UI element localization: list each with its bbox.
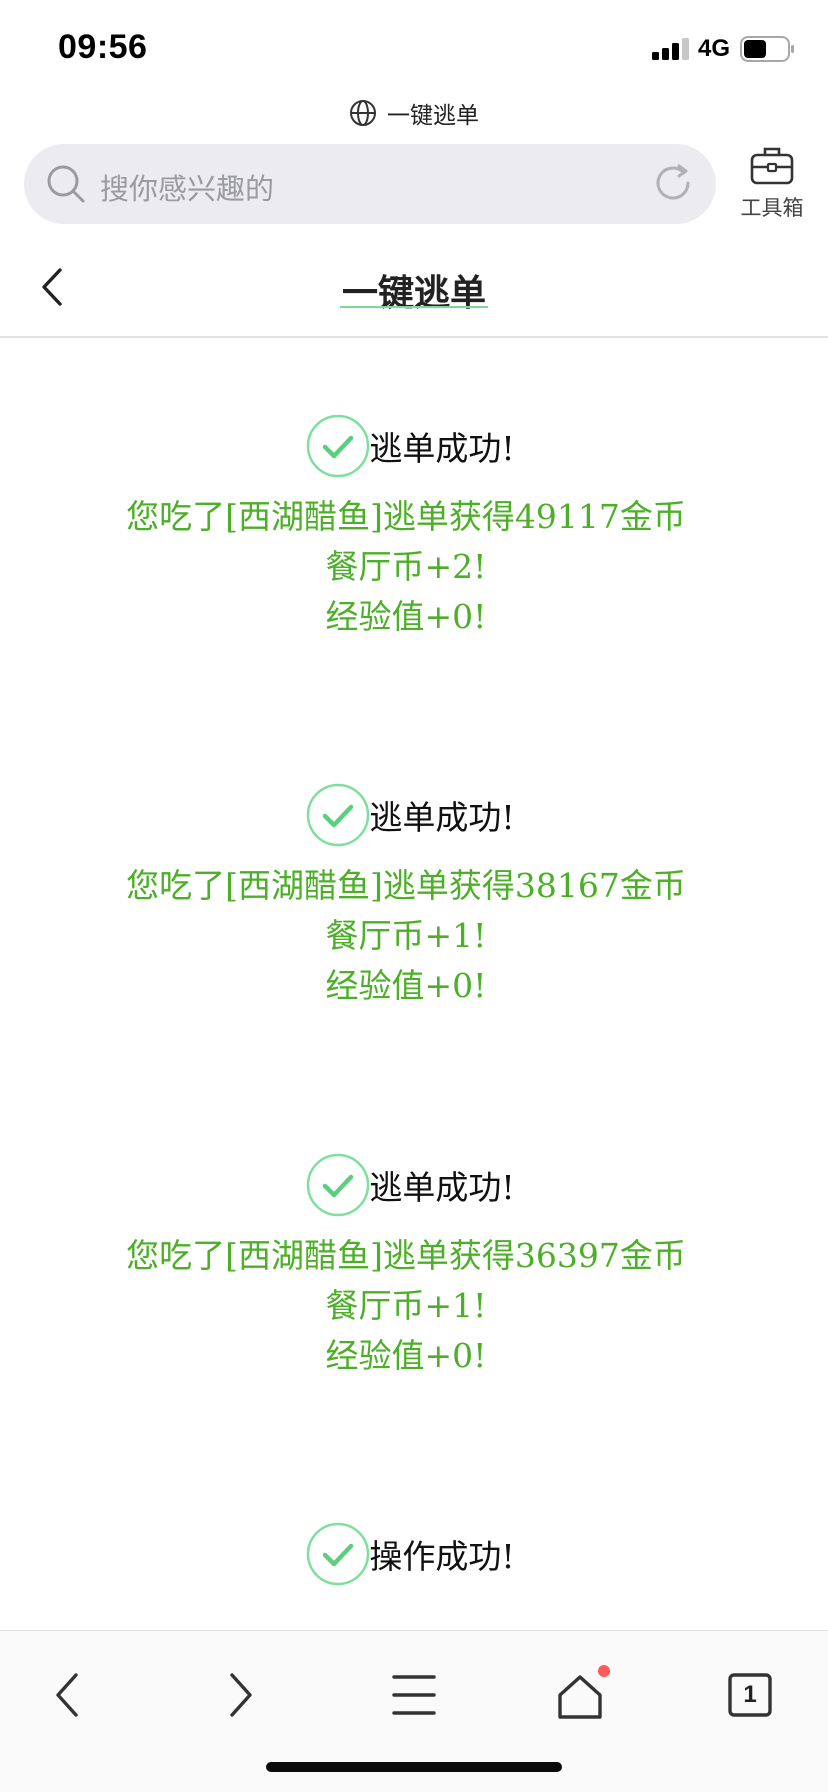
- nav-forward-icon[interactable]: [210, 1665, 270, 1725]
- refresh-icon[interactable]: [652, 162, 694, 204]
- result-header: 逃单成功!: [0, 781, 828, 849]
- status-bar: 09:56 4G: [0, 0, 828, 100]
- site-title: 一键逃单: [0, 96, 828, 130]
- tabs-button[interactable]: 1: [720, 1665, 780, 1725]
- result-item: 操作成功!: [0, 1520, 828, 1588]
- tab-count: 1: [743, 1681, 757, 1708]
- result-item: 逃单成功! 您吃了[西湖醋鱼]逃单获得38167金币 餐厅币+1! 经验值+0!: [0, 781, 828, 1011]
- signal-icon: [652, 38, 690, 60]
- result-title: 逃单成功!: [369, 1168, 515, 1207]
- result-header: 逃单成功!: [0, 1151, 828, 1219]
- search-icon: [47, 165, 85, 203]
- result-title: 逃单成功!: [369, 429, 515, 468]
- check-icon: [307, 1153, 370, 1217]
- result-header: 逃单成功!: [0, 412, 828, 480]
- check-icon: [307, 414, 370, 478]
- result-reward-line: 您吃了[西湖醋鱼]逃单获得36397金币: [126, 1236, 686, 1275]
- result-item: 逃单成功! 您吃了[西湖醋鱼]逃单获得49117金币 餐厅币+2! 经验值+0!: [0, 412, 828, 642]
- result-coin-line: 餐厅币+2!: [325, 547, 487, 586]
- result-exp-line: 经验值+0!: [325, 1336, 487, 1375]
- home-indicator: [266, 1762, 562, 1772]
- result-coin-line: 餐厅币+1!: [325, 1286, 487, 1325]
- status-time: 09:56: [58, 28, 148, 66]
- search-bar[interactable]: 搜你感兴趣的: [24, 144, 716, 224]
- page-header: 一键逃单: [0, 238, 828, 338]
- result-reward-line: 您吃了[西湖醋鱼]逃单获得49117金币: [126, 497, 686, 536]
- toolbox-label: 工具箱: [740, 196, 804, 220]
- menu-icon[interactable]: [384, 1665, 444, 1725]
- home-icon[interactable]: [550, 1665, 610, 1725]
- result-title: 操作成功!: [369, 1537, 515, 1576]
- title-underline: [340, 306, 488, 308]
- nav-back-icon[interactable]: [38, 1665, 98, 1725]
- battery-icon: [740, 36, 794, 62]
- result-exp-line: 经验值+0!: [325, 597, 487, 636]
- globe-icon: [350, 100, 376, 126]
- result-reward-line: 您吃了[西湖醋鱼]逃单获得38167金币: [126, 866, 686, 905]
- result-coin-line: 餐厅币+1!: [325, 916, 487, 955]
- page: 09:56 4G 一键逃单 搜你感兴趣的 工具箱 一键逃单 逃单成功! 您吃了[…: [0, 0, 828, 1792]
- network-type: 4G: [698, 35, 731, 62]
- result-title: 逃单成功!: [369, 798, 515, 837]
- check-icon: [307, 783, 370, 847]
- toolbox-button[interactable]: 工具箱: [732, 142, 812, 222]
- page-title: 一键逃单: [341, 273, 486, 314]
- check-icon: [307, 1522, 370, 1586]
- toolbox-icon: [750, 147, 794, 185]
- result-exp-line: 经验值+0!: [325, 966, 487, 1005]
- search-input[interactable]: 搜你感兴趣的: [100, 166, 274, 208]
- result-item: 逃单成功! 您吃了[西湖醋鱼]逃单获得36397金币 餐厅币+1! 经验值+0!: [0, 1151, 828, 1381]
- site-title-text: 一键逃单: [387, 103, 479, 129]
- result-header: 操作成功!: [0, 1520, 828, 1588]
